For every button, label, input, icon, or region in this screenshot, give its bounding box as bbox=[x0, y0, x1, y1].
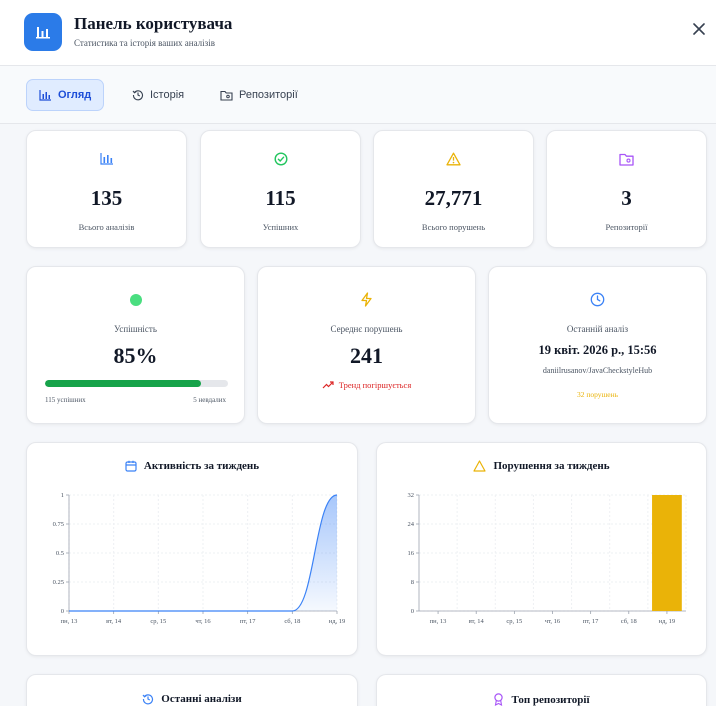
y-tick-label: 0.75 bbox=[53, 521, 64, 528]
x-tick-label: чт, 16 bbox=[195, 618, 211, 625]
stat-value: 115 bbox=[265, 186, 296, 210]
tab-repositories[interactable]: Репозиторії bbox=[208, 79, 310, 111]
y-tick-label: 0 bbox=[61, 608, 64, 615]
x-tick-label: вт, 14 bbox=[106, 618, 122, 625]
warning-icon bbox=[446, 152, 461, 166]
stat-label: Всього порушень bbox=[421, 222, 486, 232]
success-rate-value: 85% bbox=[113, 343, 158, 368]
warning-icon bbox=[473, 460, 487, 472]
x-tick-label: пн, 13 bbox=[430, 618, 447, 625]
x-tick-label: сб, 18 bbox=[621, 618, 637, 625]
activity-area-chart: 0 0.25 0.5 0.75 1 пн, 13 вт, 14 ср, 15 чт, 16 пт,… bbox=[53, 492, 346, 625]
y-tick-label: 8 bbox=[411, 579, 414, 586]
stat-card-repositories: 3 Репозиторії bbox=[546, 130, 707, 248]
last-analysis-date: 19 квіт. 2026 р., 15:56 bbox=[538, 343, 657, 357]
calendar-icon bbox=[125, 460, 137, 472]
success-progress-bar bbox=[45, 380, 228, 387]
x-tick-label: пн, 13 bbox=[61, 618, 78, 625]
tab-history-label: Історія bbox=[150, 89, 185, 101]
x-tick-label: вт, 14 bbox=[469, 618, 485, 625]
last-analysis-card: Останній аналіз 19 квіт. 2026 р., 15:56 … bbox=[488, 266, 707, 424]
failed-count-caption: 5 невдалих bbox=[193, 396, 226, 404]
average-violations-value: 241 bbox=[350, 343, 383, 368]
trend-text: Тренд погіршується bbox=[338, 380, 412, 390]
stat-card-total-violations: 27,771 Всього порушень bbox=[373, 130, 534, 248]
lightning-icon bbox=[361, 292, 372, 307]
tab-bar: Огляд Історія Репозиторії bbox=[0, 66, 716, 124]
top-repositories-title: Топ репозиторії bbox=[511, 693, 590, 706]
success-rate-card: Успішність 85% 115 успішних 5 невдалих bbox=[26, 266, 245, 424]
last-analysis-repo: daniilrusanov/JavaCheckstyleHub bbox=[542, 366, 653, 375]
violations-chart-title: Порушення за тиждень bbox=[493, 460, 610, 472]
check-circle-icon bbox=[273, 152, 288, 166]
recent-analyses-panel: Останні аналізи bbox=[26, 674, 358, 706]
violations-chart-title-row: Порушення за тиждень bbox=[377, 460, 706, 472]
x-tick-label: чт, 16 bbox=[545, 618, 561, 625]
violations-bar-chart: 0 8 16 24 32 пн, 13 вт, 14 ср, 15 чт, 16 пт, 17 сб… bbox=[408, 492, 687, 625]
stat-label: Репозиторії bbox=[605, 222, 648, 232]
stat-label: Всього аналізів bbox=[78, 222, 135, 232]
y-tick-label: 0.25 bbox=[53, 579, 64, 586]
x-tick-label: сб, 18 bbox=[284, 618, 300, 625]
stat-label: Успішних bbox=[262, 222, 299, 232]
success-rate-label: Успішність bbox=[114, 324, 157, 334]
stat-value: 135 bbox=[90, 186, 123, 210]
last-analysis-label: Останній аналіз bbox=[566, 324, 629, 334]
top-repositories-title-row: Топ репозиторії bbox=[377, 693, 706, 706]
y-tick-label: 24 bbox=[408, 521, 415, 528]
clock-icon bbox=[590, 292, 605, 307]
award-icon bbox=[494, 693, 504, 706]
success-progress-fill bbox=[45, 380, 201, 387]
x-tick-label: нд, 19 bbox=[659, 618, 676, 625]
y-tick-label: 32 bbox=[408, 492, 415, 499]
close-button[interactable] bbox=[688, 18, 710, 40]
dialog-header: Панель користувача Статистика та історія… bbox=[0, 0, 716, 66]
tab-history[interactable]: Історія bbox=[120, 79, 196, 111]
stat-card-successful: 115 Успішних bbox=[200, 130, 361, 248]
history-icon bbox=[142, 694, 154, 705]
average-violations-label: Середнє порушень bbox=[330, 324, 403, 334]
x-tick-label: ср, 15 bbox=[150, 618, 166, 625]
x-tick-label: пт, 17 bbox=[583, 618, 599, 625]
history-icon bbox=[132, 90, 143, 101]
page-subtitle: Статистика та історія ваших аналізів bbox=[74, 38, 215, 48]
tab-repositories-label: Репозиторії bbox=[239, 89, 298, 101]
stat-value: 3 bbox=[621, 186, 632, 210]
tab-overview[interactable]: Огляд bbox=[26, 79, 105, 111]
y-tick-label: 1 bbox=[61, 492, 64, 499]
violations-chart-card: Порушення за тиждень 0 8 16 24 32 пн, 13 вт, 1… bbox=[376, 442, 707, 656]
success-count-caption: 115 успішних bbox=[45, 396, 86, 404]
folder-git-icon bbox=[220, 90, 233, 101]
stat-card-total-analyses: 135 Всього аналізів bbox=[26, 130, 187, 248]
bar-chart-icon bbox=[39, 89, 51, 101]
y-tick-label: 0.5 bbox=[56, 550, 64, 557]
page-title: Панель користувача bbox=[74, 14, 233, 33]
average-violations-card: Середнє порушень 241 Тренд погіршується bbox=[257, 266, 476, 424]
y-tick-label: 0 bbox=[411, 608, 414, 615]
bar bbox=[652, 495, 682, 611]
x-tick-label: нд, 19 bbox=[329, 618, 346, 625]
x-tick-label: ср, 15 bbox=[506, 618, 522, 625]
activity-chart-title-row: Активність за тиждень bbox=[27, 460, 357, 472]
recent-analyses-title: Останні аналізи bbox=[161, 693, 242, 705]
stat-value: 27,771 bbox=[424, 186, 483, 210]
folder-icon bbox=[619, 153, 634, 166]
last-analysis-violations: 32 порушень bbox=[576, 390, 619, 399]
x-tick-label: пт, 17 bbox=[240, 618, 256, 625]
status-dot-icon bbox=[129, 294, 142, 306]
trending-up-icon bbox=[322, 381, 334, 389]
top-repositories-panel: Топ репозиторії bbox=[376, 674, 707, 706]
recent-analyses-title-row: Останні аналізи bbox=[27, 693, 357, 705]
activity-chart-title: Активність за тиждень bbox=[143, 460, 260, 472]
y-tick-label: 16 bbox=[408, 550, 415, 557]
close-icon bbox=[693, 23, 705, 35]
dashboard-logo-icon bbox=[24, 13, 62, 51]
tab-overview-label: Огляд bbox=[58, 89, 92, 101]
activity-chart-card: Активність за тиждень 0 0.25 0.5 0.75 1 пн, 1… bbox=[26, 442, 358, 656]
trend-row: Тренд погіршується bbox=[258, 380, 475, 390]
bar-chart-icon bbox=[99, 153, 113, 165]
